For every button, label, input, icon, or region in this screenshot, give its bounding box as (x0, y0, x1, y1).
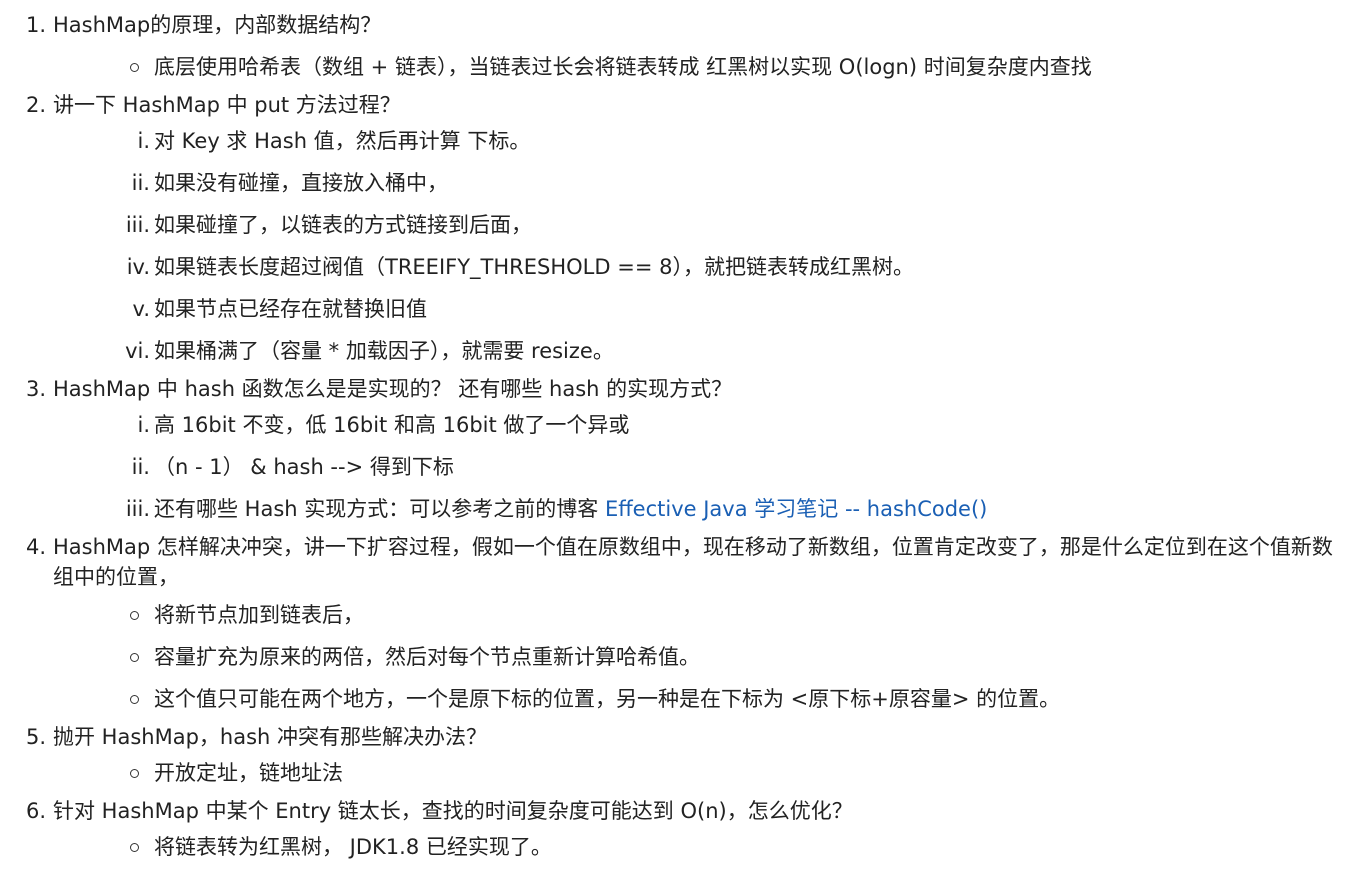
answer-item: 将链表转为红黑树， JDK1.8 已经实现了。 (53, 832, 1354, 862)
answer-item: i. 高 16bit 不变，低 16bit 和高 16bit 做了一个异或 (53, 410, 1354, 440)
blog-link[interactable]: Effective Java 学习笔记 -- hashCode() (605, 497, 987, 521)
question-item: 6. 针对 HashMap 中某个 Entry 链太长，查找的时间复杂度可能达到… (0, 796, 1354, 862)
answer-item: ii. （n - 1） & hash --> 得到下标 (53, 452, 1354, 482)
answer-text: 容量扩充为原来的两倍，然后对每个节点重新计算哈希值。 (154, 645, 700, 669)
answer-text: （n - 1） & hash --> 得到下标 (154, 455, 454, 479)
answer-text: 开放定址，链地址法 (154, 761, 343, 785)
question-number: 6. (26, 799, 47, 823)
answer-text: 将链表转为红黑树， JDK1.8 已经实现了。 (154, 835, 552, 859)
answer-item: v. 如果节点已经存在就替换旧值 (53, 294, 1354, 324)
answer-item: iv. 如果链表长度超过阀值（TREEIFY_THRESHOLD == 8），就… (53, 252, 1354, 282)
answer-text: 如果没有碰撞，直接放入桶中， (154, 171, 448, 195)
answer-item: 将新节点加到链表后， (53, 600, 1354, 630)
answer-text: 如果碰撞了，以链表的方式链接到后面， (154, 213, 532, 237)
question-item: 3. HashMap 中 hash 函数怎么是是实现的？ 还有哪些 hash 的… (0, 374, 1354, 524)
answer-item: vi. 如果桶满了（容量 * 加载因子），就需要 resize。 (53, 336, 1354, 366)
answer-item: 底层使用哈希表（数组 + 链表），当链表过长会将链表转成 红黑树以实现 O(lo… (53, 52, 1354, 82)
answer-text: 如果链表长度超过阀值（TREEIFY_THRESHOLD == 8），就把链表转… (154, 255, 914, 279)
answer-text: 底层使用哈希表（数组 + 链表），当链表过长会将链表转成 红黑树以实现 O(lo… (154, 55, 1092, 79)
question-number: 5. (26, 725, 47, 749)
question-number: 3. (26, 377, 47, 401)
answer-marker: vi. (125, 339, 150, 363)
question-text: 针对 HashMap 中某个 Entry 链太长，查找的时间复杂度可能达到 O(… (53, 799, 853, 823)
answer-item: 这个值只可能在两个地方，一个是原下标的位置，另一种是在下标为 <原下标+原容量>… (53, 684, 1354, 714)
answer-marker: iii. (125, 497, 150, 521)
answer-text: 对 Key 求 Hash 值，然后再计算 下标。 (154, 129, 531, 153)
answer-marker: i. (137, 129, 150, 153)
document: 1. HashMap的原理，内部数据结构？ 底层使用哈希表（数组 + 链表），当… (0, 0, 1354, 862)
answer-text: 高 16bit 不变，低 16bit 和高 16bit 做了一个异或 (154, 413, 630, 437)
question-number: 2. (26, 93, 47, 117)
answer-text: 如果节点已经存在就替换旧值 (154, 297, 427, 321)
answer-marker: i. (137, 413, 150, 437)
answer-text: 还有哪些 Hash 实现方式：可以参考之前的博客 (154, 497, 605, 521)
answer-marker: ii. (131, 455, 150, 479)
question-item: 5. 抛开 HashMap，hash 冲突有那些解决办法？ 开放定址，链地址法 (0, 722, 1354, 788)
question-text: 抛开 HashMap，hash 冲突有那些解决办法？ (53, 725, 488, 749)
answer-item: iii. 还有哪些 Hash 实现方式：可以参考之前的博客 Effective … (53, 494, 1354, 524)
question-item: 1. HashMap的原理，内部数据结构？ 底层使用哈希表（数组 + 链表），当… (0, 10, 1354, 82)
question-text: 讲一下 HashMap 中 put 方法过程？ (53, 93, 401, 117)
question-number: 1. (26, 13, 47, 37)
question-number: 4. (26, 535, 47, 559)
answer-item: ii. 如果没有碰撞，直接放入桶中， (53, 168, 1354, 198)
answer-item: 容量扩充为原来的两倍，然后对每个节点重新计算哈希值。 (53, 642, 1354, 672)
answer-text: 如果桶满了（容量 * 加载因子），就需要 resize。 (154, 339, 614, 363)
answer-text: 这个值只可能在两个地方，一个是原下标的位置，另一种是在下标为 <原下标+原容量>… (154, 687, 1061, 711)
answer-item: i. 对 Key 求 Hash 值，然后再计算 下标。 (53, 126, 1354, 156)
answer-item: iii. 如果碰撞了，以链表的方式链接到后面， (53, 210, 1354, 240)
answer-marker: ii. (131, 171, 150, 195)
answer-marker: v. (132, 297, 150, 321)
answer-item: 开放定址，链地址法 (53, 758, 1354, 788)
answer-marker: iii. (125, 213, 150, 237)
answer-text: 将新节点加到链表后， (154, 603, 364, 627)
question-item: 2. 讲一下 HashMap 中 put 方法过程？ i. 对 Key 求 Ha… (0, 90, 1354, 366)
question-text: HashMap 怎样解决冲突，讲一下扩容过程，假如一个值在原数组中，现在移动了新… (53, 535, 1333, 589)
question-item: 4. HashMap 怎样解决冲突，讲一下扩容过程，假如一个值在原数组中，现在移… (0, 532, 1354, 714)
answer-marker: iv. (126, 255, 150, 279)
question-text: HashMap的原理，内部数据结构？ (53, 13, 382, 37)
question-text: HashMap 中 hash 函数怎么是是实现的？ 还有哪些 hash 的实现方… (53, 377, 733, 401)
